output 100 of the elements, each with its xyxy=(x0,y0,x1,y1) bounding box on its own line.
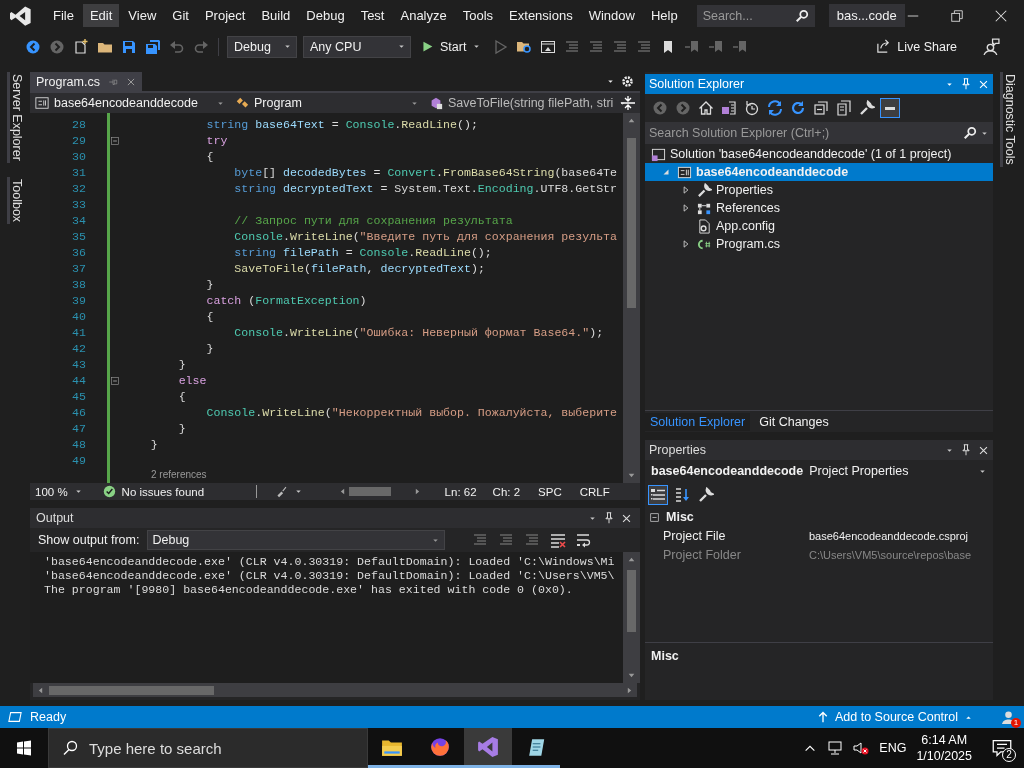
references-link[interactable]: 2 references xyxy=(123,469,207,485)
side-tab[interactable]: Diagnostic Tools xyxy=(1000,72,1017,167)
caret-icon xyxy=(293,487,303,496)
type-dropdown[interactable]: Program xyxy=(232,94,422,112)
line-ending[interactable]: CRLF xyxy=(579,485,610,498)
tree-item[interactable]: Program.cs xyxy=(716,237,780,251)
side-tab[interactable]: Toolbox xyxy=(6,176,24,224)
down-arrow-icon[interactable] xyxy=(627,471,636,480)
split-icon[interactable] xyxy=(620,95,636,111)
gear-icon[interactable] xyxy=(621,75,634,88)
menu-item[interactable]: Git xyxy=(165,4,196,27)
side-tab[interactable]: Server Explorer xyxy=(6,72,24,163)
categorized-icon[interactable] xyxy=(649,486,667,504)
project-dropdown[interactable]: base64encodeanddecode xyxy=(32,94,228,112)
source-control-button[interactable]: Add to Source Control xyxy=(817,710,973,724)
new-item-icon[interactable] xyxy=(72,37,90,56)
horizontal-scrollbar[interactable] xyxy=(33,683,637,697)
search-field[interactable]: Search Solution Explorer (Ctrl+;) xyxy=(645,122,993,144)
scroll-thumb[interactable] xyxy=(348,487,391,496)
feedback-person-icon[interactable] xyxy=(983,38,1000,55)
collapsed-arrow-icon[interactable] xyxy=(681,203,691,213)
menu-item[interactable]: Edit xyxy=(82,4,120,27)
output-source-dropdown[interactable]: Debug xyxy=(147,530,446,550)
search-field[interactable]: Search... xyxy=(696,4,815,27)
infinity-logo-icon[interactable] xyxy=(477,735,499,758)
panel-tab[interactable]: Solution Explorer xyxy=(645,412,751,431)
refresh-icon[interactable] xyxy=(789,99,807,117)
tree-item[interactable]: Solution 'base64encodeanddecode' (1 of 1 project) xyxy=(670,147,952,161)
scroll-thumb[interactable] xyxy=(49,685,214,695)
speaker-muted-icon[interactable] xyxy=(853,740,870,756)
clock-icon[interactable] xyxy=(743,99,761,117)
menu-item[interactable]: Help xyxy=(643,4,685,27)
expanded-arrow-icon[interactable] xyxy=(661,167,671,177)
close-icon[interactable] xyxy=(978,444,989,456)
menu-item[interactable]: Extensions xyxy=(502,4,580,27)
menu-item[interactable]: Project xyxy=(197,4,253,27)
collapse-icon[interactable] xyxy=(812,99,830,117)
menu-item[interactable]: Test xyxy=(353,4,392,27)
document-icon[interactable] xyxy=(720,99,738,117)
caret-icon xyxy=(283,42,292,51)
collapsed-arrow-icon[interactable] xyxy=(681,185,691,195)
class-icon xyxy=(235,96,249,110)
network-icon[interactable] xyxy=(827,740,844,756)
up-arrow-icon[interactable] xyxy=(627,116,636,125)
tree-item[interactable]: Properties xyxy=(716,183,773,197)
collapse-box-icon[interactable] xyxy=(110,376,120,386)
menu-item[interactable]: Debug xyxy=(299,4,352,27)
panel-tab[interactable]: Git Changes xyxy=(754,412,834,431)
preview-icon[interactable] xyxy=(881,99,899,117)
wrench-icon[interactable] xyxy=(697,486,715,504)
pin-icon[interactable] xyxy=(960,444,972,456)
left-arrow-icon[interactable] xyxy=(36,685,45,695)
scroll-thumb[interactable] xyxy=(627,569,636,632)
vertical-scrollbar[interactable] xyxy=(623,552,640,683)
up-arrow-icon[interactable] xyxy=(627,555,636,564)
member-dropdown[interactable]: SaveToFile(string filePath, stri xyxy=(426,94,616,112)
close-icon[interactable] xyxy=(978,78,989,90)
pages-icon[interactable] xyxy=(835,99,853,117)
save-all-icon[interactable] xyxy=(144,37,162,56)
clear-all-icon[interactable] xyxy=(549,531,568,549)
issues-status[interactable]: No issues found xyxy=(121,485,250,498)
vertical-scrollbar[interactable] xyxy=(623,113,640,483)
restore-icon[interactable] xyxy=(950,8,964,23)
menu-item[interactable]: Tools xyxy=(455,4,501,27)
zoom-level[interactable]: 100 % xyxy=(35,485,68,498)
language-indicator[interactable]: ENG xyxy=(879,741,907,755)
scroll-thumb[interactable] xyxy=(627,138,636,308)
window-title: bas...code xyxy=(828,4,905,27)
browser-icon[interactable] xyxy=(429,735,451,758)
collapse-box-icon[interactable] xyxy=(110,136,120,146)
start-button[interactable]: Start xyxy=(417,37,486,56)
wrench-icon[interactable] xyxy=(858,99,876,117)
close-icon[interactable] xyxy=(621,512,632,524)
property-value[interactable]: base64encodeanddecode.csproj xyxy=(809,529,993,542)
notification-center-icon[interactable] xyxy=(992,738,1012,758)
windows-logo-icon[interactable] xyxy=(16,740,32,756)
line-number: 35 xyxy=(71,229,86,245)
menu-item[interactable]: Build xyxy=(254,4,298,27)
down-arrow-icon[interactable] xyxy=(627,671,636,680)
home-icon[interactable] xyxy=(697,99,715,117)
whitespace-mode[interactable]: SPC xyxy=(538,485,562,498)
live-share-button[interactable]: Live Share xyxy=(872,37,961,56)
sync-icon[interactable] xyxy=(766,99,784,117)
tree-item[interactable]: References xyxy=(716,201,780,215)
code-line: // Запрос пути для сохранения результата xyxy=(233,213,514,229)
sort-icon[interactable] xyxy=(673,486,691,504)
menu-item[interactable]: Analyze xyxy=(393,4,454,27)
share-icon xyxy=(876,39,892,54)
menu-item[interactable]: File xyxy=(46,4,81,27)
pin-icon[interactable] xyxy=(960,78,972,90)
tree-item[interactable]: App.config xyxy=(716,219,776,233)
platform-dropdown[interactable]: Any CPU xyxy=(303,35,411,58)
menu-item[interactable]: Window xyxy=(581,4,642,27)
configuration-dropdown[interactable]: Debug xyxy=(227,35,297,58)
collapsed-arrow-icon[interactable] xyxy=(681,239,691,249)
close-icon[interactable] xyxy=(994,8,1008,23)
taskbar-search-field[interactable]: Type here to search xyxy=(48,728,368,768)
menu-item[interactable]: View xyxy=(121,4,164,27)
right-arrow-icon[interactable] xyxy=(625,685,634,695)
pin-icon[interactable] xyxy=(603,512,615,524)
